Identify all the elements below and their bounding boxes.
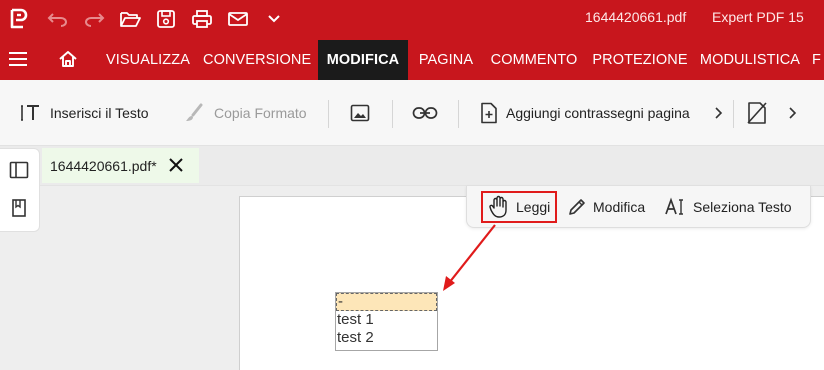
add-page-marks-label: Aggiungi contrassegni pagina <box>506 105 690 121</box>
tab-pagina[interactable]: PAGINA <box>415 40 477 80</box>
edit-mode-button[interactable]: Modifica <box>567 191 645 223</box>
close-icon[interactable] <box>167 156 185 174</box>
link-icon <box>412 107 438 119</box>
list-item[interactable]: test 2 <box>336 329 437 347</box>
image-icon <box>350 104 370 122</box>
remove-page-marks-button[interactable] <box>746 80 768 146</box>
page-slash-icon <box>747 102 767 124</box>
tab-modifica[interactable]: MODIFICA <box>318 40 408 80</box>
ribbon-divider <box>392 100 393 128</box>
menu-bar: VISUALIZZA CONVERSIONE MODIFICA PAGINA C… <box>0 38 824 80</box>
redo-icon[interactable] <box>78 0 110 38</box>
document-title: 1644420661.pdf <box>585 9 687 25</box>
insert-text-button[interactable]: Inserisci il Testo <box>20 80 149 146</box>
insert-text-label: Inserisci il Testo <box>50 105 149 121</box>
hamburger-menu-icon[interactable] <box>2 38 34 80</box>
tab-visualizza[interactable]: VISUALIZZA <box>104 40 192 80</box>
tab-commento[interactable]: COMMENTO <box>487 40 581 80</box>
app-name: Expert PDF 15 <box>712 9 804 25</box>
paintbrush-icon <box>186 103 203 121</box>
email-icon[interactable] <box>222 0 254 38</box>
list-item[interactable]: - <box>336 293 437 311</box>
edit-mode-label: Modifica <box>593 199 646 215</box>
app-logo-icon[interactable] <box>2 0 34 38</box>
ribbon-divider <box>328 100 329 128</box>
ribbon: Inserisci il Testo Copia Formato Aggiung… <box>0 80 824 146</box>
tab-protezione[interactable]: PROTEZIONE <box>592 40 688 80</box>
panel-toggle-icon[interactable] <box>8 159 30 181</box>
print-icon[interactable] <box>186 0 218 38</box>
bookmark-icon[interactable] <box>8 197 30 219</box>
chevron-down-icon[interactable] <box>258 0 290 38</box>
left-sidebar <box>0 148 40 232</box>
ribbon-scroll-right-icon[interactable] <box>787 80 797 146</box>
tab-modulistica[interactable]: MODULISTICA <box>698 40 802 80</box>
ribbon-divider <box>733 100 734 128</box>
tab-truncated[interactable]: F <box>812 40 824 80</box>
chevron-right-icon[interactable] <box>713 80 723 146</box>
copy-format-button[interactable]: Copia Formato <box>184 80 307 146</box>
text-cursor-icon <box>665 197 683 215</box>
tab-conversione[interactable]: CONVERSIONE <box>203 40 311 80</box>
open-folder-icon[interactable] <box>114 0 146 38</box>
copy-format-label: Copia Formato <box>214 105 307 121</box>
read-mode-button[interactable]: Leggi <box>481 191 558 223</box>
document-tab[interactable]: 1644420661.pdf* <box>42 148 199 183</box>
form-listbox[interactable]: - test 1 test 2 <box>335 292 438 351</box>
insert-text-icon <box>21 105 39 121</box>
title-bar: 1644420661.pdf Expert PDF 15 <box>0 0 824 38</box>
read-mode-label: Leggi <box>516 199 551 215</box>
ribbon-divider <box>458 100 459 128</box>
document-tab-label: 1644420661.pdf* <box>50 157 157 174</box>
select-text-label: Seleziona Testo <box>693 199 792 215</box>
home-icon[interactable] <box>52 38 84 80</box>
hand-icon <box>489 195 507 218</box>
add-page-icon <box>481 102 497 124</box>
add-page-marks-button[interactable]: Aggiungi contrassegni pagina <box>480 80 690 146</box>
select-text-button[interactable]: Seleziona Testo <box>665 191 792 223</box>
insert-link-button[interactable] <box>412 80 438 146</box>
save-icon[interactable] <box>150 0 182 38</box>
pencil-icon <box>569 199 585 215</box>
insert-image-button[interactable] <box>350 80 370 146</box>
undo-icon[interactable] <box>42 0 74 38</box>
list-item[interactable]: test 1 <box>336 311 437 329</box>
mode-toolbar: Leggi Modifica Seleziona Testo <box>466 186 811 228</box>
